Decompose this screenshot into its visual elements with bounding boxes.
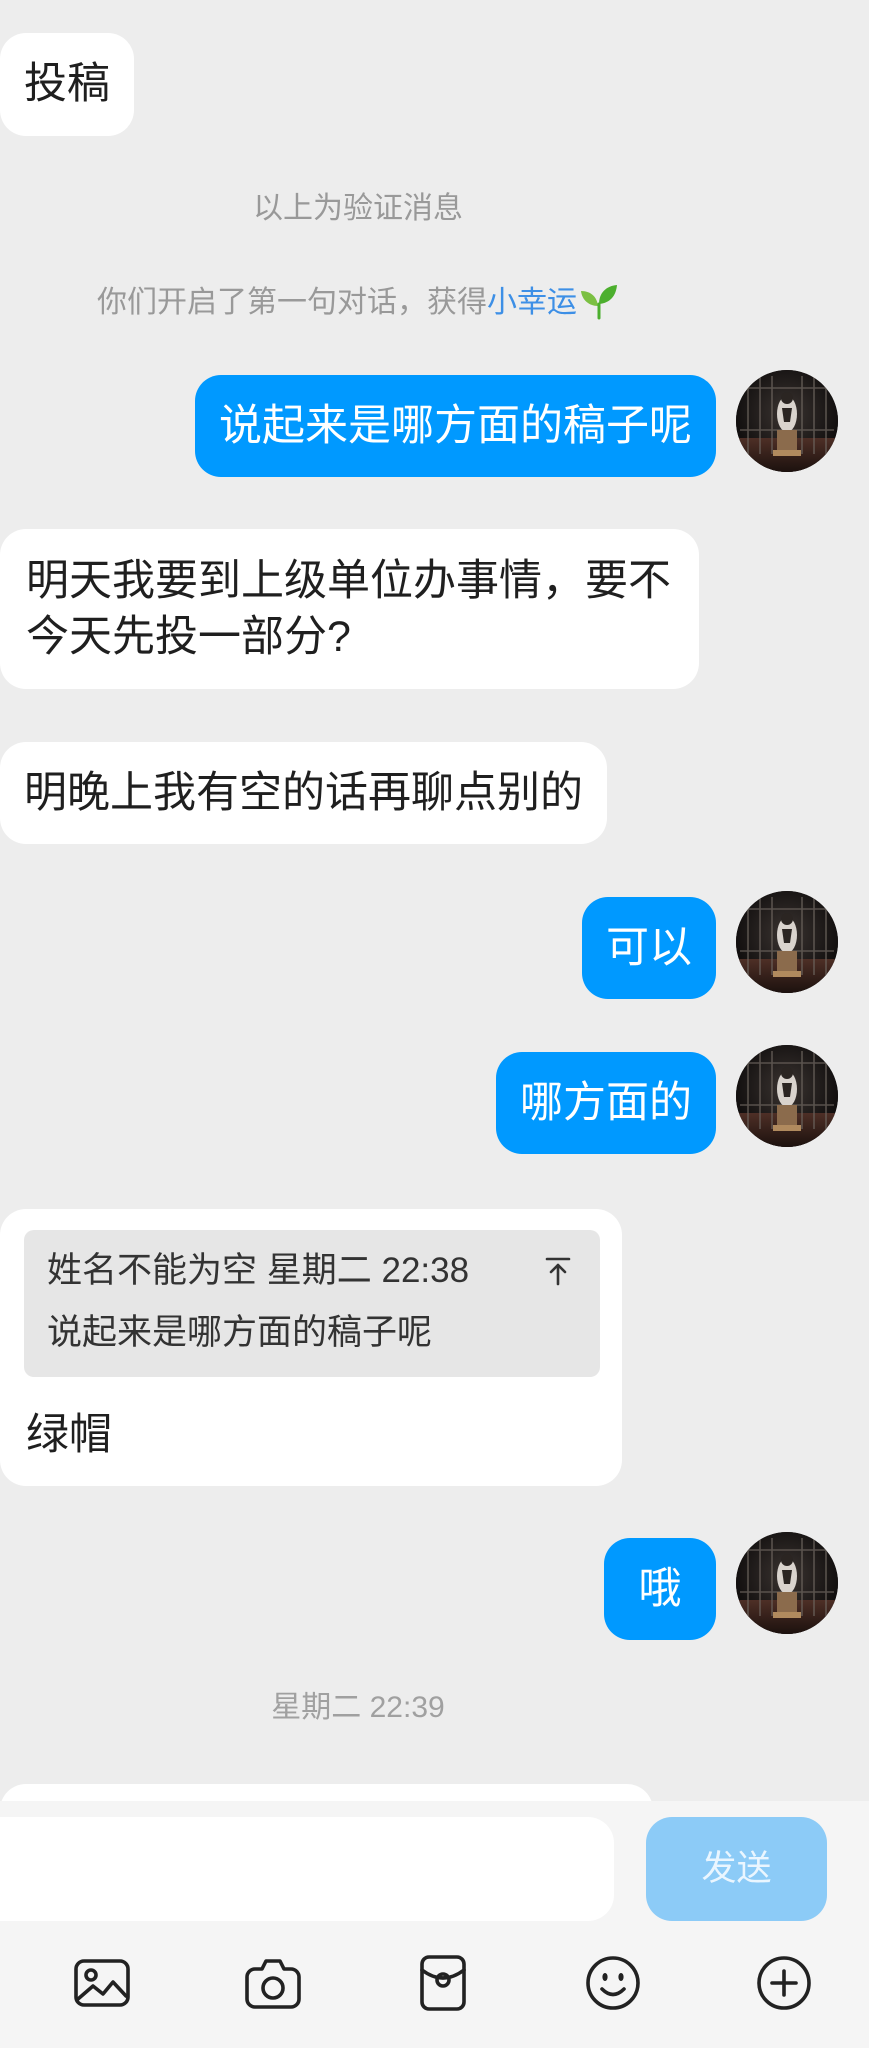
plus-icon-graphic bbox=[757, 1956, 811, 2010]
reply-text: 绿帽 bbox=[26, 1411, 112, 1459]
verification-notice: 以上为验证消息 bbox=[0, 189, 716, 229]
first-chat-notice-text: 你们开启了第一句对话，获得 bbox=[97, 286, 487, 319]
quoted-message-header: 姓名不能为空 星期二 22:38 bbox=[47, 1249, 469, 1293]
message-bubble-outgoing[interactable]: 哪方面的 bbox=[496, 1052, 716, 1154]
sprout-icon bbox=[579, 282, 619, 320]
message-text: 明晚上我有空的话再聊点别的 bbox=[24, 769, 583, 817]
message-bubble-incoming-reply[interactable]: 姓名不能为空 星期二 22:38 说起来是哪方面的稿子呢 绿帽 bbox=[0, 1209, 622, 1486]
first-chat-notice: 你们开启了第一句对话，获得小幸运 bbox=[0, 282, 716, 323]
send-button[interactable]: 发送 bbox=[646, 1817, 827, 1921]
lucky-link[interactable]: 小幸运 bbox=[487, 286, 577, 319]
message-text: 投稿 bbox=[24, 60, 110, 108]
message-text: 哪方面的 bbox=[520, 1079, 692, 1127]
self-avatar[interactable] bbox=[736, 370, 838, 472]
image-icon[interactable] bbox=[71, 1952, 133, 2014]
message-bubble-outgoing[interactable]: 哦 bbox=[604, 1538, 716, 1640]
chat-screen: 投稿 以上为验证消息 你们开启了第一句对话，获得小幸运 说起来是哪方面的稿子呢 … bbox=[0, 0, 869, 2048]
camera-icon[interactable] bbox=[242, 1952, 304, 2014]
avatar-image bbox=[736, 1045, 838, 1147]
jump-to-original-icon[interactable] bbox=[542, 1255, 574, 1287]
avatar-image bbox=[736, 370, 838, 472]
message-bubble-incoming[interactable]: 明晚上我有空的话再聊点别的 bbox=[0, 742, 607, 844]
quoted-author: 姓名不能为空 bbox=[47, 1251, 258, 1290]
self-avatar[interactable] bbox=[736, 1532, 838, 1634]
plus-icon[interactable] bbox=[753, 1952, 815, 2014]
timestamp: 星期二 22:39 bbox=[0, 1688, 716, 1728]
jump-to-original-icon-graphic bbox=[545, 1257, 571, 1286]
self-avatar[interactable] bbox=[736, 891, 838, 993]
send-button-label: 发送 bbox=[701, 1849, 772, 1888]
quoted-text: 说起来是哪方面的稿子呢 bbox=[47, 1313, 433, 1352]
red-packet-icon[interactable] bbox=[412, 1952, 474, 2014]
image-icon-graphic bbox=[74, 1959, 130, 2007]
message-bubble-incoming[interactable]: 明天我要到上级单位办事情，要不今天先投一部分? bbox=[0, 529, 699, 689]
message-bubble-incoming-partial[interactable] bbox=[0, 1784, 653, 1801]
message-text: 哦 bbox=[638, 1565, 682, 1613]
avatar-image bbox=[736, 891, 838, 993]
camera-icon-graphic bbox=[245, 1959, 301, 2009]
composer-bar: 发送 bbox=[0, 1801, 869, 2048]
red-packet-icon-graphic bbox=[420, 1955, 466, 2011]
message-bubble-outgoing[interactable]: 可以 bbox=[582, 897, 716, 999]
message-text: 明天我要到上级单位办事情，要不今天先投一部分? bbox=[26, 557, 671, 661]
quoted-message[interactable]: 姓名不能为空 星期二 22:38 说起来是哪方面的稿子呢 bbox=[24, 1230, 600, 1377]
message-text: 可以 bbox=[606, 924, 692, 972]
emoji-icon[interactable] bbox=[582, 1952, 644, 2014]
message-input[interactable] bbox=[0, 1817, 614, 1921]
message-text: 说起来是哪方面的稿子呢 bbox=[219, 402, 692, 450]
emoji-icon-graphic bbox=[586, 1956, 640, 2010]
sprout-icon-graphic bbox=[581, 285, 617, 320]
avatar-image bbox=[736, 1532, 838, 1634]
timestamp-text: 星期二 22:39 bbox=[271, 1691, 445, 1724]
message-bubble-outgoing[interactable]: 说起来是哪方面的稿子呢 bbox=[195, 375, 716, 477]
message-bubble-incoming[interactable]: 投稿 bbox=[0, 33, 134, 136]
self-avatar[interactable] bbox=[736, 1045, 838, 1147]
message-list[interactable]: 投稿 以上为验证消息 你们开启了第一句对话，获得小幸运 说起来是哪方面的稿子呢 … bbox=[0, 0, 869, 1801]
verification-notice-text: 以上为验证消息 bbox=[253, 192, 463, 225]
quoted-time: 星期二 22:38 bbox=[266, 1251, 470, 1290]
